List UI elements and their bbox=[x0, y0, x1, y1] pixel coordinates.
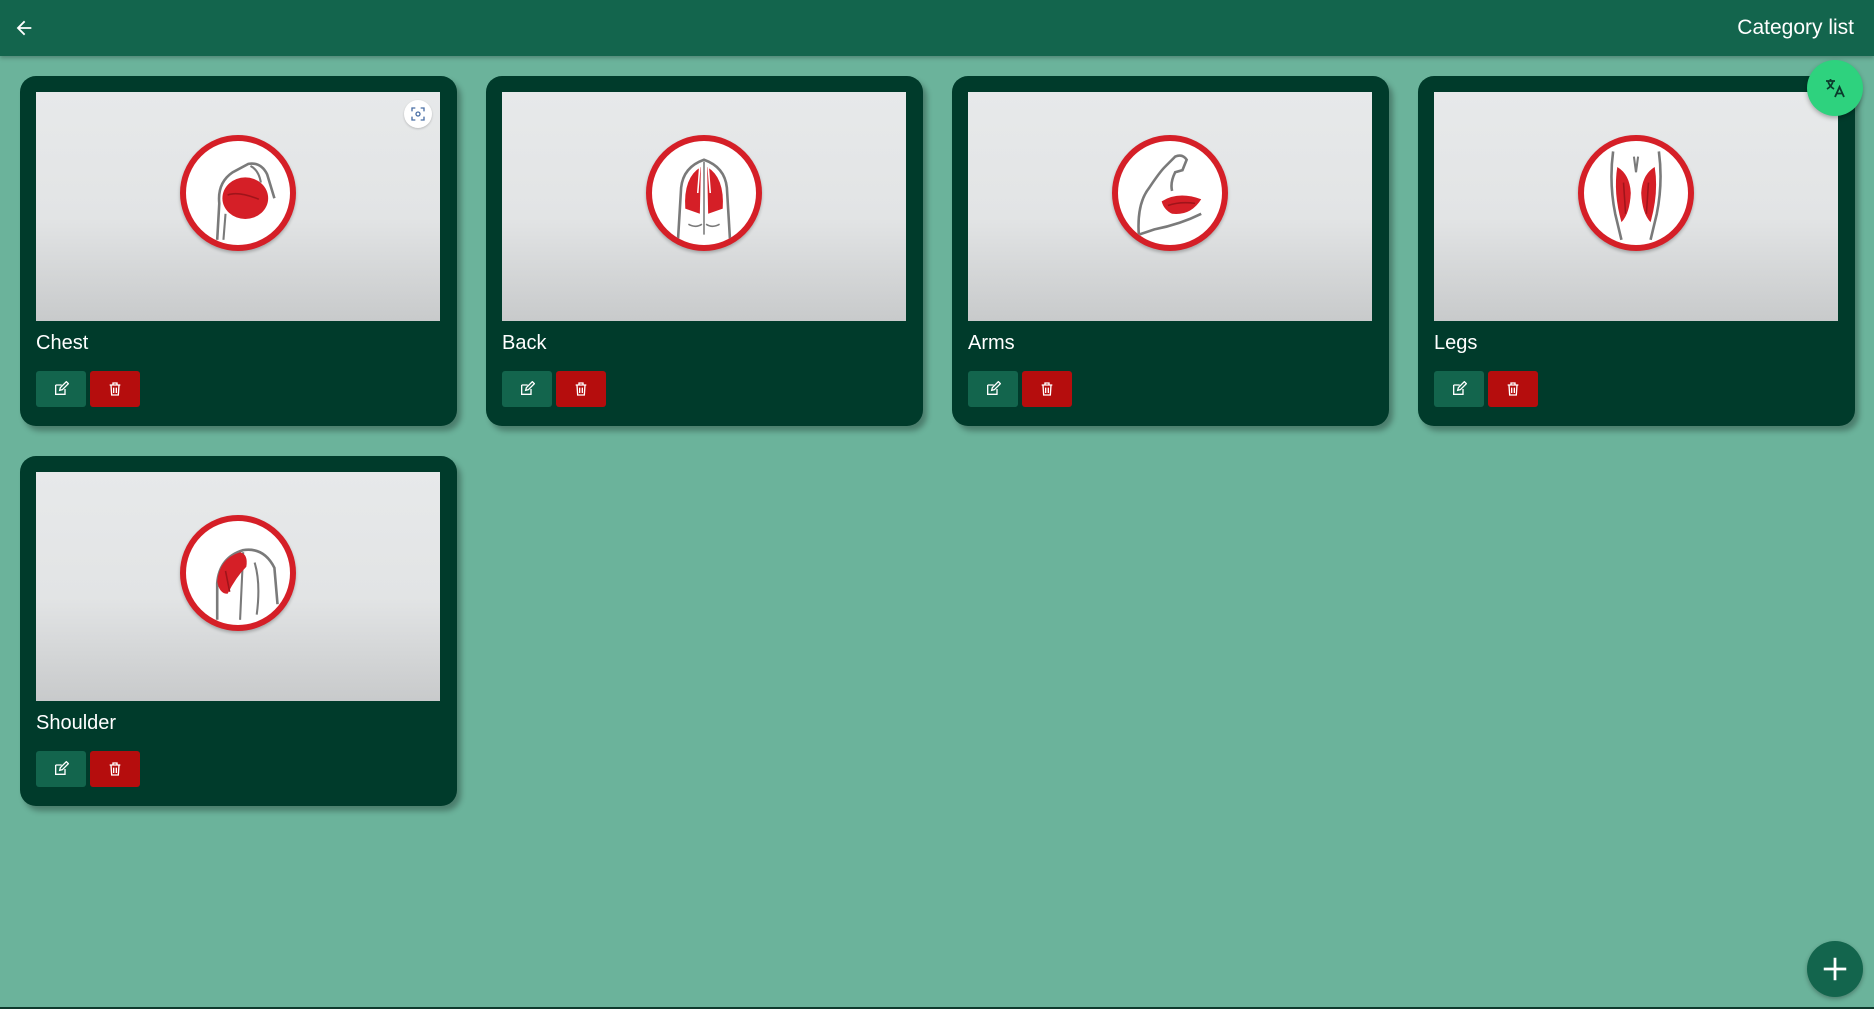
plus-icon bbox=[1823, 957, 1847, 981]
trash-icon bbox=[575, 382, 587, 396]
edit-button[interactable] bbox=[36, 751, 86, 787]
card-actions bbox=[968, 371, 1373, 407]
category-name: Arms bbox=[968, 332, 1015, 354]
category-card: Chest bbox=[20, 76, 457, 426]
edit-button[interactable] bbox=[968, 371, 1018, 407]
edit-button[interactable] bbox=[502, 371, 552, 407]
edit-button[interactable] bbox=[36, 371, 86, 407]
translate-icon bbox=[1826, 79, 1845, 98]
scan-icon[interactable] bbox=[404, 100, 432, 128]
card-actions bbox=[36, 371, 441, 407]
delete-button[interactable] bbox=[556, 371, 606, 407]
category-image[interactable] bbox=[1434, 92, 1838, 321]
shoulder-muscle-icon bbox=[180, 515, 296, 631]
back-muscle-icon bbox=[646, 135, 762, 251]
category-image[interactable] bbox=[36, 92, 440, 321]
category-card: Legs bbox=[1418, 76, 1855, 426]
category-name: Shoulder bbox=[36, 712, 117, 734]
edit-icon bbox=[1453, 381, 1467, 395]
category-image[interactable] bbox=[36, 472, 440, 701]
category-name: Chest bbox=[36, 332, 89, 354]
chest-muscle-icon bbox=[180, 135, 296, 251]
trash-icon bbox=[109, 762, 121, 776]
card-actions bbox=[36, 751, 441, 787]
category-card: Back bbox=[486, 76, 923, 426]
category-image[interactable] bbox=[502, 92, 906, 321]
edit-icon bbox=[55, 761, 69, 775]
trash-icon bbox=[109, 382, 121, 396]
card-actions bbox=[1434, 371, 1839, 407]
category-card: Arms bbox=[952, 76, 1389, 426]
delete-button[interactable] bbox=[90, 751, 140, 787]
delete-button[interactable] bbox=[1488, 371, 1538, 407]
legs-muscle-icon bbox=[1578, 135, 1694, 251]
category-card: Shoulder bbox=[20, 456, 457, 806]
category-name: Legs bbox=[1434, 332, 1478, 354]
add-category-button[interactable] bbox=[1807, 941, 1863, 997]
back-button[interactable] bbox=[10, 14, 38, 42]
page-title: Category list bbox=[1737, 16, 1854, 39]
category-image[interactable] bbox=[968, 92, 1372, 321]
edit-icon bbox=[55, 381, 69, 395]
arms-muscle-icon bbox=[1112, 135, 1228, 251]
category-name: Back bbox=[502, 332, 547, 354]
arrow-left-icon bbox=[16, 20, 32, 36]
trash-icon bbox=[1041, 382, 1053, 396]
trash-icon bbox=[1507, 382, 1519, 396]
translate-button[interactable] bbox=[1807, 60, 1863, 116]
top-app-bar: Category list bbox=[0, 0, 1874, 56]
card-actions bbox=[502, 371, 907, 407]
edit-icon bbox=[987, 381, 1001, 395]
edit-button[interactable] bbox=[1434, 371, 1484, 407]
delete-button[interactable] bbox=[1022, 371, 1072, 407]
category-grid: Chest Back Arms Legs Shoulder bbox=[20, 76, 1855, 806]
edit-icon bbox=[521, 381, 535, 395]
delete-button[interactable] bbox=[90, 371, 140, 407]
